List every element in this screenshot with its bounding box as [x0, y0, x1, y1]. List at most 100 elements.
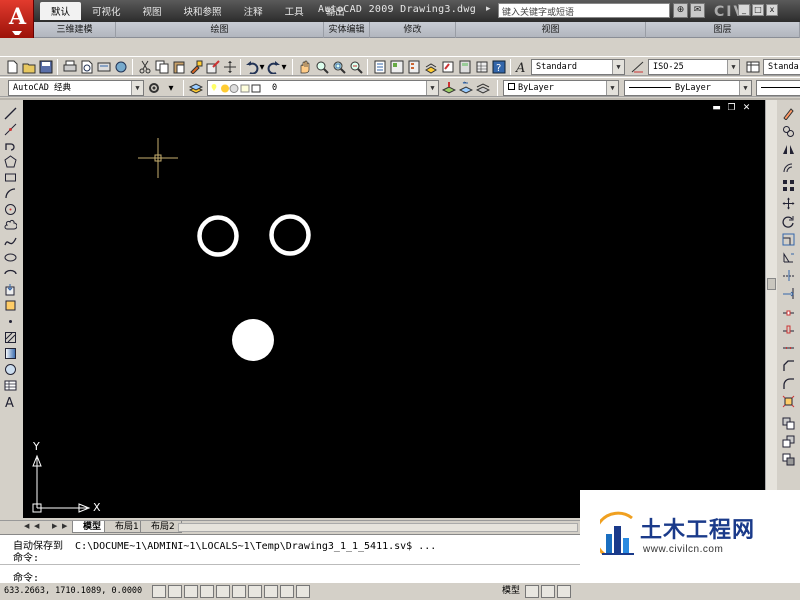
quick-view-drawings-icon[interactable]	[541, 585, 555, 598]
ribbon-tab-visualize[interactable]: 可视化	[81, 2, 132, 20]
coordinate-readout[interactable]: 633.2663, 1710.1089, 0.0000	[4, 586, 142, 596]
quick-view-layouts-icon[interactable]	[525, 585, 539, 598]
expand-arrow-icon[interactable]: ▸	[486, 4, 491, 14]
properties-icon[interactable]	[372, 59, 388, 75]
insert-block-icon[interactable]	[2, 282, 18, 297]
drawing-circle-left-ring[interactable]	[197, 215, 239, 257]
draw-order-icon[interactable]	[780, 416, 796, 431]
quick-properties-icon[interactable]	[296, 585, 310, 598]
layer-manager-icon[interactable]	[188, 80, 204, 96]
panel-modify[interactable]: 修改	[370, 22, 456, 38]
multiline-text-icon[interactable]: A	[2, 394, 18, 409]
maximize-button[interactable]: □	[752, 4, 764, 16]
revision-cloud-icon[interactable]	[2, 218, 18, 233]
array-icon[interactable]	[780, 178, 796, 193]
break-icon[interactable]	[780, 322, 796, 337]
communication-center-icon[interactable]: ✉	[690, 3, 705, 18]
dimension-style-select[interactable]: ISO-25 ▼	[648, 59, 740, 75]
dynamic-ucs-icon[interactable]	[248, 585, 262, 598]
mirror-icon[interactable]	[780, 142, 796, 157]
erase-icon[interactable]	[780, 106, 796, 121]
hatch-icon[interactable]	[2, 330, 18, 345]
scale-icon[interactable]	[780, 232, 796, 247]
ribbon-tab-annotate[interactable]: 注释	[233, 2, 274, 20]
snap-mode-icon[interactable]	[152, 585, 166, 598]
sheet-set-icon[interactable]	[423, 59, 439, 75]
workspace-select[interactable]: AutoCAD 经典 ▼	[8, 80, 144, 96]
panel-3d-modeling[interactable]: 三维建模	[34, 22, 116, 38]
panel-view[interactable]: 视图	[456, 22, 646, 38]
gradient-icon[interactable]	[2, 346, 18, 361]
break-at-point-icon[interactable]	[780, 304, 796, 319]
match-properties-icon[interactable]	[188, 59, 204, 75]
horizontal-scrollbar[interactable]	[178, 523, 578, 532]
bring-to-front-icon[interactable]	[780, 434, 796, 449]
stretch-icon[interactable]	[780, 250, 796, 265]
lineweight-select[interactable]	[756, 80, 800, 96]
table-style-icon[interactable]	[745, 59, 761, 75]
minimize-button[interactable]: _	[738, 4, 750, 16]
prev-tab-icon[interactable]: ◀	[34, 522, 43, 532]
layer-previous-icon[interactable]	[458, 80, 474, 96]
zoom-previous-icon[interactable]	[348, 59, 364, 75]
help-icon[interactable]: ?	[491, 59, 507, 75]
layer-states-icon[interactable]	[475, 80, 491, 96]
workspace-dropdown-icon[interactable]: ▾	[163, 80, 179, 96]
save-icon[interactable]	[38, 59, 54, 75]
publish-icon[interactable]	[96, 59, 112, 75]
pan-icon[interactable]	[297, 59, 313, 75]
circle-icon[interactable]	[2, 202, 18, 217]
lineweight-toggle-icon[interactable]	[280, 585, 294, 598]
panel-solid-editing[interactable]: 实体编辑	[324, 22, 370, 38]
trim-icon[interactable]	[780, 268, 796, 283]
offset-icon[interactable]	[780, 160, 796, 175]
chamfer-icon[interactable]	[780, 358, 796, 373]
color-select[interactable]: ByLayer ▼	[503, 80, 619, 96]
application-menu-button[interactable]: A	[0, 0, 34, 38]
line-icon[interactable]	[2, 106, 18, 121]
scroll-thumb[interactable]	[767, 278, 776, 290]
quickcalc-icon[interactable]	[457, 59, 473, 75]
redo-dropdown-icon[interactable]: ▾	[280, 59, 288, 75]
next-tab-icon[interactable]: ▶	[52, 522, 61, 532]
ribbon-tab-default[interactable]: 默认	[40, 2, 82, 20]
model-space-button[interactable]: 模型	[499, 585, 523, 598]
ribbon-tab-tools[interactable]: 工具	[274, 2, 315, 20]
ellipse-arc-icon[interactable]	[2, 266, 18, 281]
layer-select[interactable]: 0 ▼	[207, 80, 439, 96]
ortho-mode-icon[interactable]	[184, 585, 198, 598]
first-tab-icon[interactable]: ◀	[24, 522, 33, 532]
search-input[interactable]: 键入关键字或短语	[498, 3, 670, 18]
object-snap-tracking-icon[interactable]	[232, 585, 246, 598]
dimension-style-icon[interactable]	[630, 59, 646, 75]
workspace-settings-icon[interactable]	[146, 80, 162, 96]
table-icon[interactable]	[2, 378, 18, 393]
zoom-realtime-icon[interactable]	[314, 59, 330, 75]
object-snap-icon[interactable]	[216, 585, 230, 598]
close-button[interactable]: x	[766, 4, 778, 16]
polar-tracking-icon[interactable]	[200, 585, 214, 598]
print-icon[interactable]	[62, 59, 78, 75]
drawing-filled-circle[interactable]	[232, 319, 274, 361]
panel-draw[interactable]: 绘图	[116, 22, 324, 38]
block-editor-icon[interactable]	[205, 59, 221, 75]
region-icon[interactable]	[2, 362, 18, 377]
markup-set-icon[interactable]	[440, 59, 456, 75]
fillet-icon[interactable]	[780, 376, 796, 391]
ribbon-tab-view[interactable]: 视图	[132, 2, 173, 20]
plot-preview-icon[interactable]	[79, 59, 95, 75]
design-center-icon[interactable]	[389, 59, 405, 75]
tab-layout2[interactable]: 布局2	[140, 521, 182, 533]
rotate-icon[interactable]	[780, 214, 796, 229]
ellipse-icon[interactable]	[2, 250, 18, 265]
point-icon[interactable]	[2, 314, 18, 329]
cut-icon[interactable]	[137, 59, 153, 75]
ribbon-tab-blocks[interactable]: 块和参照	[173, 2, 233, 20]
last-tab-icon[interactable]: ▶	[62, 522, 71, 532]
construction-line-icon[interactable]	[2, 122, 18, 137]
explode-icon[interactable]	[780, 394, 796, 409]
tool-palettes-icon[interactable]	[406, 59, 422, 75]
move-icon[interactable]	[222, 59, 238, 75]
extend-icon[interactable]	[780, 286, 796, 301]
polyline-icon[interactable]	[2, 138, 18, 153]
